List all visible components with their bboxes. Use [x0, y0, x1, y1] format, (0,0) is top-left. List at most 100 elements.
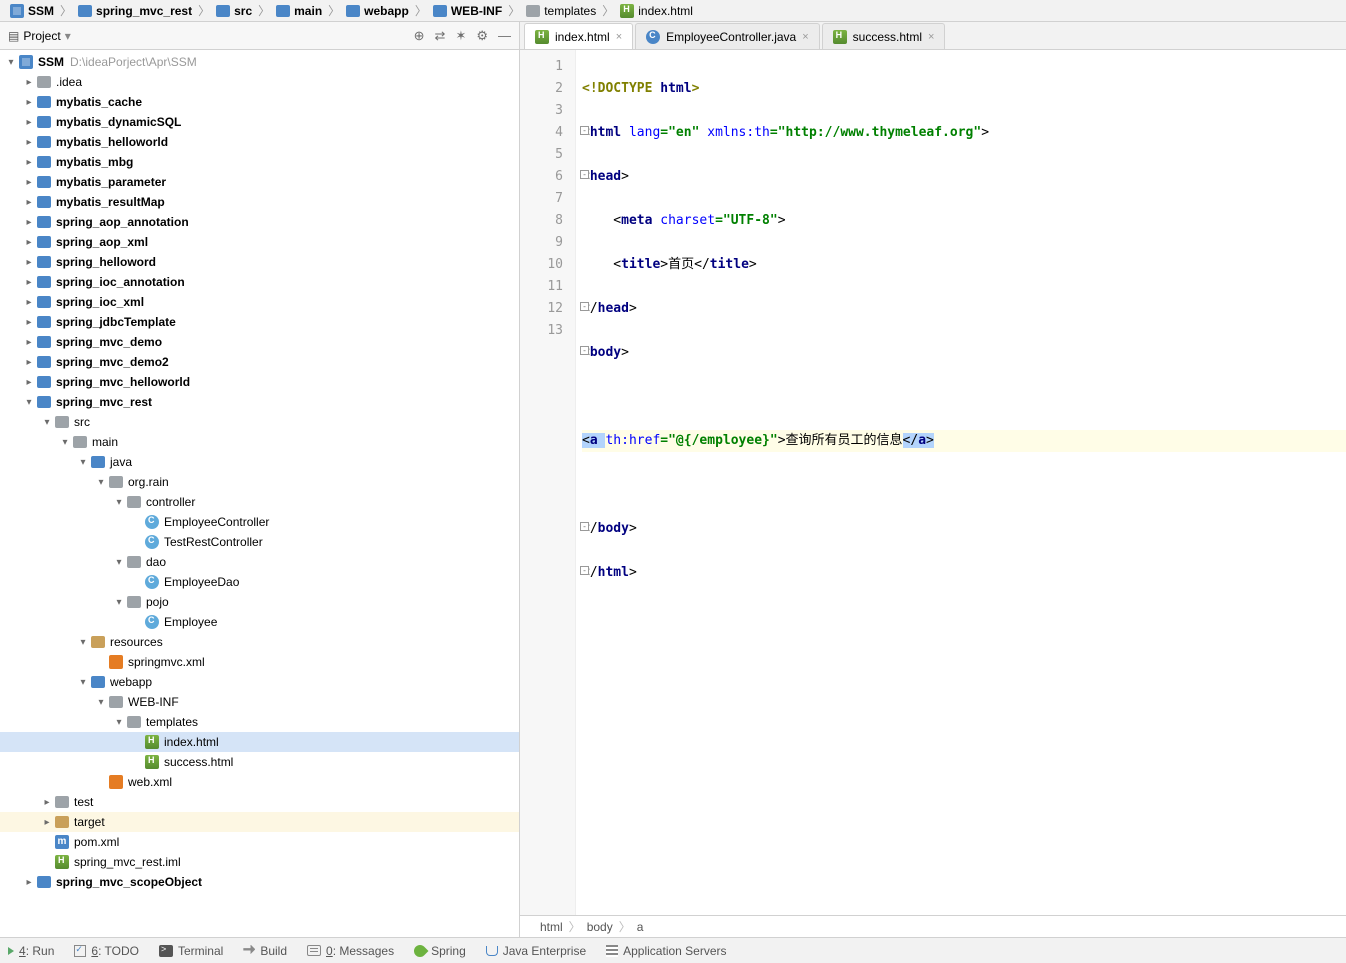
- tree-arrow-icon[interactable]: ▾: [22, 397, 36, 408]
- fold-icon[interactable]: -: [580, 566, 589, 575]
- tree-item[interactable]: ▸spring_ioc_xml: [0, 292, 519, 312]
- tree-arrow-icon[interactable]: ▸: [22, 357, 36, 368]
- breadcrumb-item[interactable]: templates: [522, 4, 600, 18]
- tree-arrow-icon[interactable]: ▸: [40, 817, 54, 828]
- toolwindow-spring[interactable]: Spring: [414, 944, 466, 958]
- fold-icon[interactable]: -: [580, 170, 589, 179]
- fold-icon[interactable]: -: [580, 522, 589, 531]
- breadcrumb-item[interactable]: webapp: [342, 4, 413, 18]
- dropdown-icon[interactable]: ▾: [65, 29, 71, 43]
- tree-item[interactable]: ▸mybatis_parameter: [0, 172, 519, 192]
- tree-arrow-icon[interactable]: ▾: [76, 457, 90, 468]
- tree-arrow-icon[interactable]: ▾: [112, 497, 126, 508]
- tree-item[interactable]: ▾spring_mvc_rest: [0, 392, 519, 412]
- tree-arrow-icon[interactable]: ▾: [76, 677, 90, 688]
- tree-item[interactable]: ▸mybatis_helloworld: [0, 132, 519, 152]
- tree-arrow-icon[interactable]: ▾: [94, 477, 108, 488]
- tree-item[interactable]: ▸spring_mvc_helloworld: [0, 372, 519, 392]
- tree-arrow-icon[interactable]: ▾: [94, 697, 108, 708]
- editor-tab[interactable]: success.html×: [822, 23, 946, 49]
- editor-tab[interactable]: index.html×: [524, 23, 633, 49]
- breadcrumb-item[interactable]: main: [272, 4, 326, 18]
- panel-tool-button[interactable]: ⚙: [476, 28, 488, 44]
- tree-item[interactable]: ▸mybatis_cache: [0, 92, 519, 112]
- editor-tab[interactable]: EmployeeController.java×: [635, 23, 820, 49]
- project-tree[interactable]: ▾SSMD:\ideaPorject\Apr\SSM▸.idea▸mybatis…: [0, 50, 519, 937]
- tree-item[interactable]: ▾SSMD:\ideaPorject\Apr\SSM: [0, 52, 519, 72]
- panel-tool-button[interactable]: ⊕: [414, 28, 425, 44]
- tree-item[interactable]: ▸EmployeeDao: [0, 572, 519, 592]
- tree-arrow-icon[interactable]: ▾: [76, 637, 90, 648]
- toolwindow-run[interactable]: 4: Run: [8, 944, 54, 958]
- tree-item[interactable]: ▾controller: [0, 492, 519, 512]
- tree-arrow-icon[interactable]: ▾: [58, 437, 72, 448]
- tree-item[interactable]: ▾pojo: [0, 592, 519, 612]
- toolwindow-terminal[interactable]: Terminal: [159, 944, 223, 958]
- tree-item[interactable]: ▾java: [0, 452, 519, 472]
- fold-icon[interactable]: -: [580, 346, 589, 355]
- project-panel-title[interactable]: Project: [23, 29, 60, 43]
- tree-item[interactable]: ▸spring_ioc_annotation: [0, 272, 519, 292]
- tree-arrow-icon[interactable]: ▸: [22, 97, 36, 108]
- tree-item[interactable]: ▸spring_aop_xml: [0, 232, 519, 252]
- tree-arrow-icon[interactable]: ▾: [112, 557, 126, 568]
- editor-crumb-item[interactable]: html: [540, 920, 563, 934]
- breadcrumb-item[interactable]: src: [212, 4, 256, 18]
- tree-item[interactable]: ▸spring_mvc_demo: [0, 332, 519, 352]
- tree-arrow-icon[interactable]: ▸: [22, 317, 36, 328]
- tree-item[interactable]: ▸spring_mvc_demo2: [0, 352, 519, 372]
- close-icon[interactable]: ×: [802, 31, 808, 43]
- tree-item[interactable]: ▸spring_aop_annotation: [0, 212, 519, 232]
- tree-arrow-icon[interactable]: ▸: [22, 877, 36, 888]
- fold-icon[interactable]: -: [580, 126, 589, 135]
- tree-item[interactable]: ▸index.html: [0, 732, 519, 752]
- tree-item[interactable]: ▸mybatis_dynamicSQL: [0, 112, 519, 132]
- tree-item[interactable]: ▸mybatis_mbg: [0, 152, 519, 172]
- tree-arrow-icon[interactable]: ▾: [4, 57, 18, 68]
- breadcrumb-item[interactable]: spring_mvc_rest: [74, 4, 196, 18]
- tree-arrow-icon[interactable]: ▸: [22, 197, 36, 208]
- tree-item[interactable]: ▸web.xml: [0, 772, 519, 792]
- tree-item[interactable]: ▾templates: [0, 712, 519, 732]
- tree-item[interactable]: ▸springmvc.xml: [0, 652, 519, 672]
- tree-arrow-icon[interactable]: ▸: [22, 337, 36, 348]
- tree-arrow-icon[interactable]: ▸: [22, 177, 36, 188]
- toolwindow-todo[interactable]: 6: TODO: [74, 944, 139, 958]
- tree-item[interactable]: ▸Employee: [0, 612, 519, 632]
- tree-item[interactable]: ▸mybatis_resultMap: [0, 192, 519, 212]
- fold-icon[interactable]: -: [580, 302, 589, 311]
- toolwindow-jee[interactable]: Java Enterprise: [486, 944, 586, 958]
- editor-crumb-item[interactable]: a: [637, 920, 644, 934]
- tree-item[interactable]: ▸target: [0, 812, 519, 832]
- tree-item[interactable]: ▸spring_mvc_scopeObject: [0, 872, 519, 892]
- code-body[interactable]: <!DOCTYPE html> -<html lang="en" xmlns:t…: [576, 50, 1346, 915]
- tree-arrow-icon[interactable]: ▸: [22, 217, 36, 228]
- close-icon[interactable]: ×: [928, 31, 934, 43]
- breadcrumb-item[interactable]: WEB-INF: [429, 4, 506, 18]
- tree-arrow-icon[interactable]: ▸: [22, 117, 36, 128]
- tree-arrow-icon[interactable]: ▸: [22, 237, 36, 248]
- tree-arrow-icon[interactable]: ▸: [40, 797, 54, 808]
- tree-arrow-icon[interactable]: ▾: [112, 717, 126, 728]
- tree-item[interactable]: ▾main: [0, 432, 519, 452]
- toolwindow-messages[interactable]: 0: Messages: [307, 944, 394, 958]
- tree-arrow-icon[interactable]: ▸: [22, 257, 36, 268]
- breadcrumb-item[interactable]: index.html: [616, 4, 697, 18]
- tree-item[interactable]: ▾resources: [0, 632, 519, 652]
- tree-item[interactable]: ▸TestRestController: [0, 532, 519, 552]
- tree-item[interactable]: ▸spring_helloword: [0, 252, 519, 272]
- tree-item[interactable]: ▸EmployeeController: [0, 512, 519, 532]
- close-icon[interactable]: ×: [616, 31, 622, 43]
- tree-item[interactable]: ▾dao: [0, 552, 519, 572]
- tree-arrow-icon[interactable]: ▸: [22, 277, 36, 288]
- tree-item[interactable]: ▾org.rain: [0, 472, 519, 492]
- tree-arrow-icon[interactable]: ▸: [22, 377, 36, 388]
- editor-crumb-item[interactable]: body: [587, 920, 613, 934]
- tree-arrow-icon[interactable]: ▾: [112, 597, 126, 608]
- panel-tool-button[interactable]: —: [498, 28, 511, 44]
- tree-arrow-icon[interactable]: ▸: [22, 157, 36, 168]
- tree-item[interactable]: ▸mpom.xml: [0, 832, 519, 852]
- toolwindow-appserv[interactable]: Application Servers: [606, 944, 726, 958]
- tree-item[interactable]: ▸spring_jdbcTemplate: [0, 312, 519, 332]
- tree-arrow-icon[interactable]: ▸: [22, 297, 36, 308]
